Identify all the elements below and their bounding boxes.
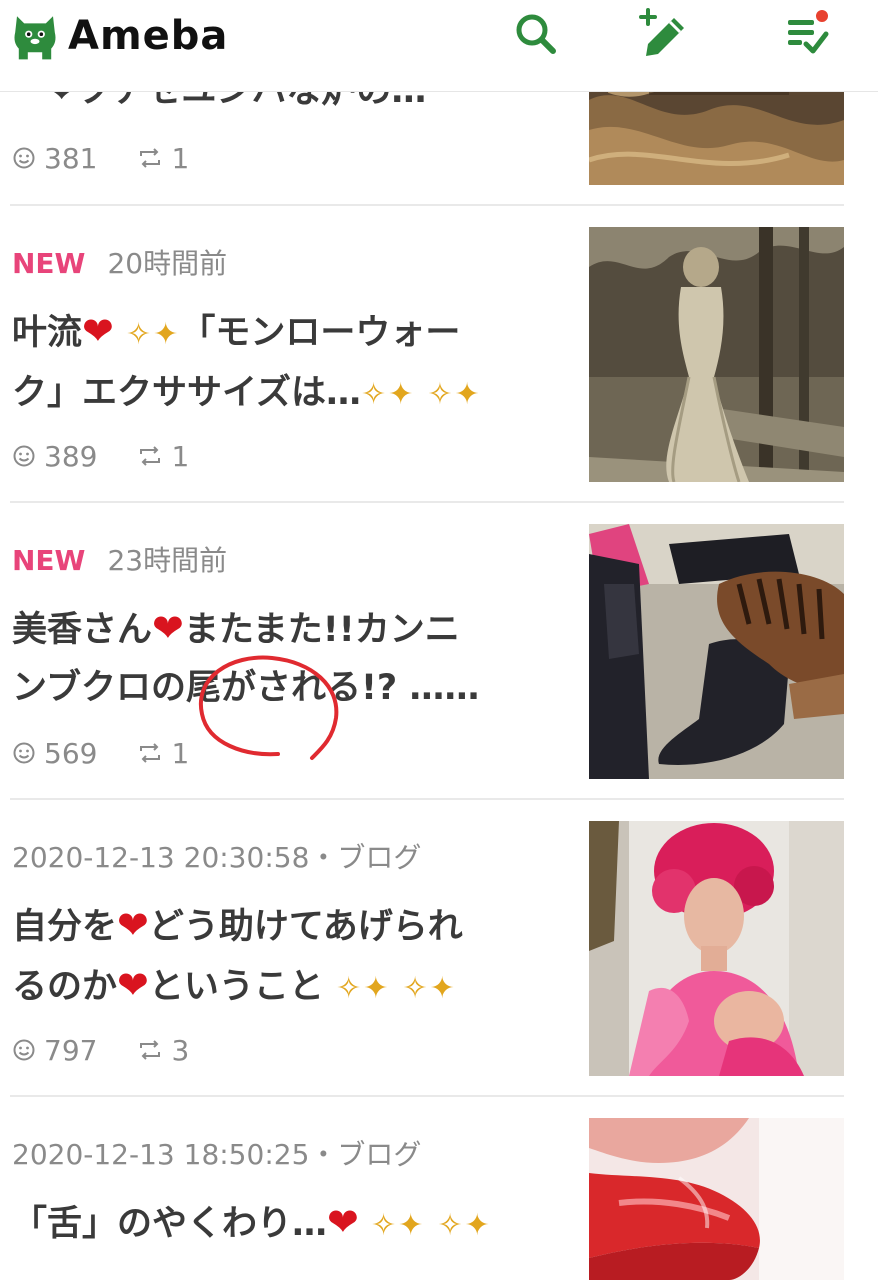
brand-name: Ameba xyxy=(68,13,229,59)
post-title: 自分を❤どう助けてあげられ るのか❤ということ ✧✦ ✧✦ xyxy=(12,903,463,1007)
smile-icon xyxy=(13,742,35,764)
reblog-icon xyxy=(140,1040,161,1060)
heart-icon: ❤ xyxy=(82,309,114,353)
write-post-button[interactable] xyxy=(634,6,690,62)
app-header: Ameba xyxy=(0,0,878,92)
smile-icon xyxy=(13,1039,35,1061)
reblog-icon xyxy=(140,743,161,763)
new-badge: NEW xyxy=(12,544,86,577)
post-date: 2020-12-13 18:50:25 xyxy=(12,1138,310,1171)
post-meta: NEW 20時間前 xyxy=(12,246,227,282)
sparkle-icon: ✧✦ xyxy=(336,971,391,1006)
sparkle-icon: ✧✦ xyxy=(371,1208,426,1243)
post-thumbnail[interactable] xyxy=(589,821,844,1076)
like-count: 389 xyxy=(12,440,97,473)
post-time: 20時間前 xyxy=(107,247,228,280)
smile-icon xyxy=(13,147,35,169)
heart-icon: ❤ xyxy=(117,903,149,947)
post-stats: 797 3 xyxy=(12,1032,189,1068)
reblog-count: 3 xyxy=(137,1034,189,1067)
post-date: 2020-12-13 20:30:58 xyxy=(12,841,310,874)
blog-feed: ー❤ツナセユンハな炉の… 381 1 xyxy=(0,0,878,1280)
sparkle-icon: ✧✦ xyxy=(126,317,181,352)
reblog-count: 1 xyxy=(137,440,189,473)
post-category[interactable]: ブログ xyxy=(337,841,421,874)
sparkle-icon: ✧✦ xyxy=(360,377,416,412)
reblog-icon xyxy=(140,446,161,466)
ameba-logo[interactable]: Ameba xyxy=(8,6,228,66)
post-stats: 389 1 xyxy=(12,438,189,474)
smile-icon xyxy=(13,445,35,467)
reblog-icon xyxy=(140,148,161,168)
like-count: 381 xyxy=(12,142,97,175)
like-count: 569 xyxy=(12,737,97,770)
post-time: 23時間前 xyxy=(107,544,228,577)
post-thumbnail[interactable] xyxy=(589,227,844,482)
heart-icon: ❤ xyxy=(117,963,149,1007)
heart-icon: ❤ xyxy=(152,606,184,650)
post-stats: 381 1 xyxy=(12,140,189,176)
reblog-count: 1 xyxy=(137,737,189,770)
post-thumbnail[interactable] xyxy=(589,1118,844,1280)
post-meta: 2020-12-13 18:50:25・ブログ xyxy=(12,1138,422,1171)
feed-button[interactable] xyxy=(780,6,836,62)
post-thumbnail[interactable] xyxy=(589,524,844,779)
post-title: 「舌」のやくわり…❤ ✧✦ ✧✦ xyxy=(12,1200,492,1244)
notification-dot xyxy=(814,8,830,24)
list-item[interactable]: 2020-12-13 18:50:25・ブログ 「舌」のやくわり…❤ ✧✦ ✧✦ xyxy=(0,1097,878,1280)
heart-icon: ❤ xyxy=(327,1200,359,1244)
post-meta: 2020-12-13 20:30:58・ブログ xyxy=(12,841,422,874)
post-meta: NEW 23時間前 xyxy=(12,543,227,579)
post-title: 叶流❤ ✧✦「モンローウォー ク」エクササイズは…✧✦ ✧✦ xyxy=(12,309,482,413)
sparkle-icon: ✧✦ xyxy=(402,971,457,1006)
list-item[interactable]: NEW 23時間前 美香さん❤またまた!!カンニ ンブクロの尾がされる!? …… … xyxy=(0,503,878,800)
like-count: 797 xyxy=(12,1034,97,1067)
sparkle-icon: ✧✦ xyxy=(437,1208,492,1243)
post-category[interactable]: ブログ xyxy=(337,1138,421,1171)
list-item[interactable]: NEW 20時間前 叶流❤ ✧✦「モンローウォー ク」エクササイズは…✧✦ ✧✦ … xyxy=(0,206,878,503)
list-item[interactable]: 2020-12-13 20:30:58・ブログ 自分を❤どう助けてあげられ るの… xyxy=(0,800,878,1097)
post-title: 美香さん❤またまた!!カンニ ンブクロの尾がされる!? …… xyxy=(12,606,480,708)
ameba-mascot-icon xyxy=(14,16,56,60)
sparkle-icon: ✧✦ xyxy=(427,377,482,412)
write-icon xyxy=(639,8,684,56)
search-icon xyxy=(516,14,556,54)
new-badge: NEW xyxy=(12,247,86,280)
reblog-count: 1 xyxy=(137,142,189,175)
post-stats: 569 1 xyxy=(12,735,189,771)
search-button[interactable] xyxy=(508,6,564,62)
